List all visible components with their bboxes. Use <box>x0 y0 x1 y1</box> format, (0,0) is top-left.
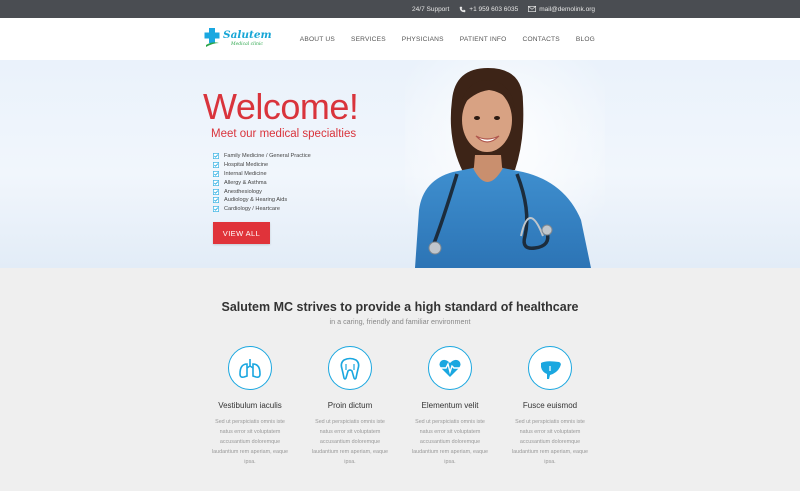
specialty-label: Cardiology / Heartcare <box>224 206 280 213</box>
page-bottom-strip <box>0 491 800 500</box>
phone-contact[interactable]: +1 959 603 6035 <box>459 6 518 13</box>
view-all-button[interactable]: VIEW ALL <box>213 222 270 244</box>
liver-icon[interactable] <box>528 346 572 390</box>
top-bar: 24/7 Support +1 959 603 6035 mail@demoli… <box>0 0 800 18</box>
list-item: Cardiology / Heartcare <box>213 205 311 214</box>
site-logo[interactable]: Salutem Medical clinic <box>204 26 272 48</box>
lungs-icon[interactable] <box>228 346 272 390</box>
feature-card-tooth: Proin dictum Sed ut perspiciatis omnis i… <box>300 346 400 467</box>
specialty-label: Anesthesiology <box>224 188 262 195</box>
tooth-icon[interactable] <box>328 346 372 390</box>
specialties-list: Family Medicine / General Practice Hospi… <box>213 152 311 214</box>
hero-subtitle: Meet our medical specialties <box>211 128 357 140</box>
list-item: Hospital Medicine <box>213 161 311 170</box>
checkbox-icon <box>213 171 219 177</box>
features-title: Salutem MC strives to provide a high sta… <box>221 300 579 314</box>
list-item: Audiology & Hearing Aids <box>213 196 311 205</box>
doctor-photo <box>405 60 605 268</box>
logo-name: Salutem <box>223 29 272 42</box>
nav-blog[interactable]: BLOG <box>576 36 595 43</box>
checkbox-icon <box>213 206 219 213</box>
nav-about-us[interactable]: ABOUT US <box>300 36 335 43</box>
logo-tagline: Medical clinic <box>231 42 263 48</box>
checkbox-icon <box>213 188 219 195</box>
email-contact[interactable]: mail@demolink.org <box>528 6 595 13</box>
specialty-label: Hospital Medicine <box>224 162 269 169</box>
list-item: Family Medicine / General Practice <box>213 152 311 161</box>
email-address: mail@demolink.org <box>539 5 595 13</box>
features-section: Salutem MC strives to provide a high sta… <box>0 268 800 491</box>
list-item: Internal Medicine <box>213 170 311 179</box>
specialty-label: Audiology & Hearing Aids <box>224 197 288 204</box>
checkbox-icon <box>213 179 219 186</box>
checkbox-icon <box>213 197 219 204</box>
support-text: 24/7 Support <box>412 5 450 13</box>
heartbeat-icon[interactable] <box>428 346 472 390</box>
feature-card-liver: Fusce euismod Sed ut perspiciatis omnis … <box>500 346 600 467</box>
feature-title: Fusce euismod <box>522 401 578 410</box>
feature-text: Sed ut perspiciatis omnis iste natus err… <box>411 419 489 465</box>
phone-number: +1 959 603 6035 <box>469 5 519 13</box>
specialty-label: Allergy & Asthma <box>224 179 267 186</box>
feature-card-heartbeat: Elementum velit Sed ut perspiciatis omni… <box>400 346 500 467</box>
feature-card-lungs: Vestibulum iaculis Sed ut perspiciatis o… <box>200 346 300 467</box>
hero-title: Welcome! <box>203 86 359 127</box>
nav-physicians[interactable]: PHYSICIANS <box>402 36 444 43</box>
main-nav: ABOUT US SERVICES PHYSICIANS PATIENT INF… <box>300 18 595 60</box>
feature-text: Sed ut perspiciatis omnis iste natus err… <box>211 419 289 465</box>
list-item: Anesthesiology <box>213 187 311 196</box>
list-item: Allergy & Asthma <box>213 178 311 187</box>
features-subtitle: in a caring, friendly and familiar envir… <box>329 317 471 326</box>
specialty-label: Family Medicine / General Practice <box>224 153 311 160</box>
checkbox-icon <box>213 162 219 169</box>
feature-title: Elementum velit <box>421 401 479 410</box>
feature-title: Proin dictum <box>327 401 373 410</box>
phone-icon <box>459 6 466 12</box>
header: Salutem Medical clinic ABOUT US SERVICES… <box>0 18 800 60</box>
nav-contacts[interactable]: CONTACTS <box>522 36 559 43</box>
mail-icon <box>528 6 537 12</box>
feature-text: Sed ut perspiciatis omnis iste natus err… <box>511 419 589 465</box>
hero-banner: Welcome! Meet our medical specialties Fa… <box>0 60 800 268</box>
specialty-label: Internal Medicine <box>224 170 267 177</box>
checkbox-icon <box>213 153 219 160</box>
nav-patient-info[interactable]: PATIENT INFO <box>460 36 507 43</box>
feature-title: Vestibulum iaculis <box>218 401 282 410</box>
medical-cross-icon <box>204 28 220 47</box>
feature-text: Sed ut perspiciatis omnis iste natus err… <box>311 419 389 465</box>
nav-services[interactable]: SERVICES <box>351 36 386 43</box>
feature-cards: Vestibulum iaculis Sed ut perspiciatis o… <box>200 346 600 467</box>
